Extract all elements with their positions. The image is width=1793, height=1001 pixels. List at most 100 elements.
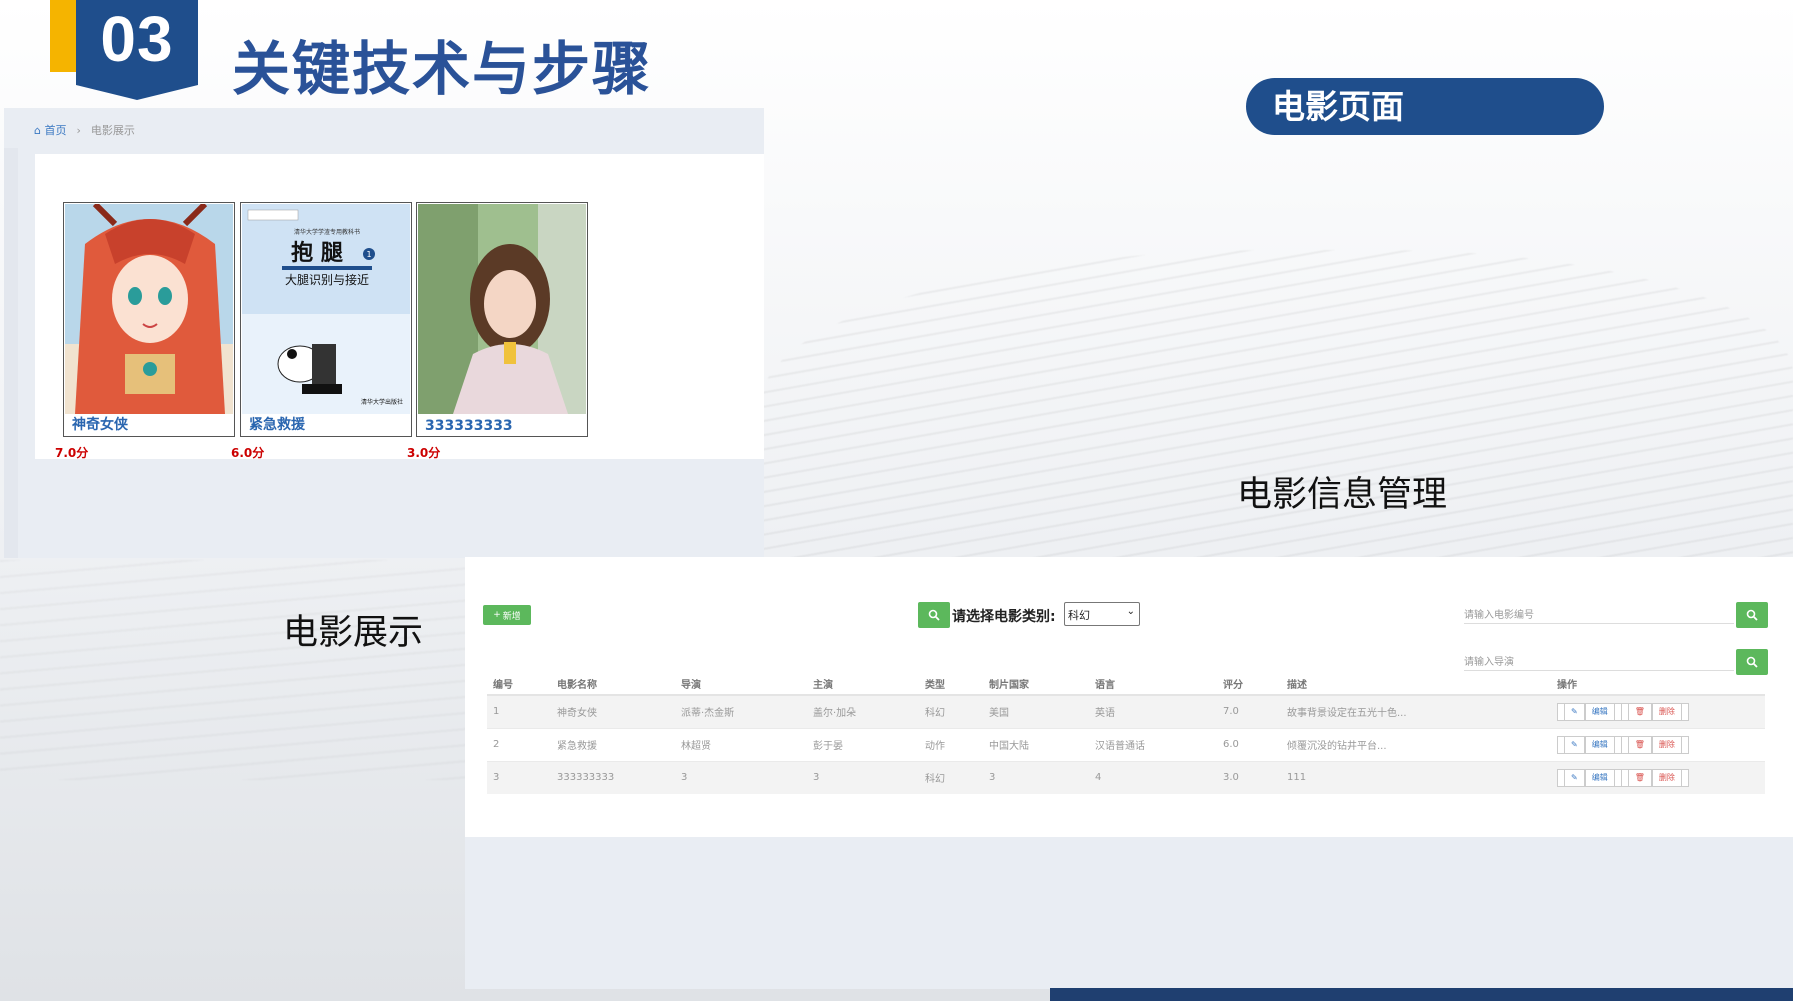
trash-icon: 🗑 xyxy=(1627,702,1652,721)
delete-button[interactable]: 🗑 删除 xyxy=(1621,768,1689,787)
cell-type: 科幻 xyxy=(925,774,945,786)
cell-star: 彭于晏 xyxy=(813,741,843,752)
table-row: 1 神奇女侠 派蒂·杰金斯 盖尔·加朵 科幻 美国 英语 7.0 故事背景设定在… xyxy=(487,695,1765,728)
cell-description: 倾覆沉没的钻井平台... xyxy=(1287,741,1387,752)
column-header: 类型 xyxy=(919,673,983,696)
svg-text:清华大学学渣专用教科书: 清华大学学渣专用教科书 xyxy=(294,228,360,236)
edit-icon: ✎ xyxy=(1564,735,1585,754)
cell-star: 盖尔·加朵 xyxy=(813,708,857,720)
breadcrumb-home[interactable]: ⌂ 首页 xyxy=(34,122,66,138)
svg-text:1: 1 xyxy=(366,250,371,259)
table-row: 2 紧急救援 林超贤 彭于晏 动作 中国大陆 汉语普通话 6.0 倾覆沉没的钻井… xyxy=(487,728,1765,761)
section-number-badge: 03 xyxy=(50,0,198,100)
cell-director: 林超贤 xyxy=(681,741,711,752)
edit-button[interactable]: ✎ 编辑 xyxy=(1557,702,1622,721)
breadcrumb: ⌂ 首页 › 电影展示 xyxy=(34,122,135,138)
sidebar-edge xyxy=(4,148,18,558)
slide-footer-bar xyxy=(1050,988,1793,1001)
section-title: 关键技术与步骤 xyxy=(232,35,653,103)
column-header: 评分 xyxy=(1217,673,1281,696)
column-header: 制片国家 xyxy=(983,673,1089,696)
director-search-input[interactable]: 请输入导演 xyxy=(1464,645,1734,671)
trash-icon: 🗑 xyxy=(1627,735,1652,754)
movie-score: 7.0分 xyxy=(55,446,89,460)
movie-score: 6.0分 xyxy=(231,446,265,460)
filter-search-button[interactable] xyxy=(918,602,950,628)
caption-display: 电影展示 xyxy=(283,613,424,653)
page-pill-label: 电影页面 xyxy=(1246,78,1604,135)
movie-poster[interactable]: 清华大学学渣专用教科书 抱 腿 1 大腿识别与接近 清华大学出版社 xyxy=(242,204,410,414)
movie-management-screenshot: + 新增 请选择电影类别: 科幻 ⌄ 请输入电影编号 请输入导演 编号 电影名称… xyxy=(465,557,1793,837)
movie-score: 3.0分 xyxy=(407,446,441,460)
movie-display-screenshot: ⌂ 首页 › 电影展示 神奇女侠 7.0分 清华大学学渣专用教科书 抱 腿 1 … xyxy=(4,108,764,558)
category-select[interactable]: 科幻 ⌄ xyxy=(1064,602,1140,626)
cell-score: 7.0 xyxy=(1223,706,1239,718)
id-search-button[interactable] xyxy=(1736,602,1768,628)
cell-type: 动作 xyxy=(925,741,945,752)
svg-text:抱 腿: 抱 腿 xyxy=(291,240,343,266)
breadcrumb-separator: › xyxy=(76,123,81,137)
movie-table: 编号 电影名称 导演 主演 类型 制片国家 语言 评分 描述 操作 1 神奇女侠… xyxy=(487,673,1765,794)
trash-icon: 🗑 xyxy=(1627,768,1652,787)
table-header-row: 编号 电影名称 导演 主演 类型 制片国家 语言 评分 描述 操作 xyxy=(487,673,1765,696)
cell-score: 3.0 xyxy=(1223,772,1239,784)
cell-country: 美国 xyxy=(989,708,1009,720)
search-icon xyxy=(1746,609,1758,621)
cell-actions: ✎ 编辑 🗑 删除 xyxy=(1551,728,1765,761)
movie-poster[interactable] xyxy=(65,204,233,414)
movie-name[interactable]: 333333333 xyxy=(425,418,513,434)
delete-button[interactable]: 🗑 删除 xyxy=(1621,702,1689,721)
column-header: 语言 xyxy=(1089,673,1217,696)
cell-description: 故事背景设定在五光十色... xyxy=(1287,708,1407,720)
column-header: 描述 xyxy=(1281,673,1551,696)
chevron-down-icon: ⌄ xyxy=(1126,606,1135,617)
cell-name: 神奇女侠 xyxy=(557,708,597,720)
plus-icon: + xyxy=(493,610,501,620)
movie-poster[interactable] xyxy=(418,204,586,414)
column-header: 编号 xyxy=(487,673,551,696)
column-header: 导演 xyxy=(675,673,807,696)
add-movie-button[interactable]: + 新增 xyxy=(483,605,531,625)
category-filter-label: 请选择电影类别: xyxy=(952,609,1056,625)
cell-language: 4 xyxy=(1095,772,1102,784)
cell-language: 英语 xyxy=(1095,708,1115,720)
delete-button[interactable]: 🗑 删除 xyxy=(1621,735,1689,754)
cell-actions: ✎ 编辑 🗑 删除 xyxy=(1551,695,1765,728)
cell-id: 2 xyxy=(493,739,500,750)
caption-management: 电影信息管理 xyxy=(1237,475,1448,515)
management-page-footer-area xyxy=(465,837,1793,989)
cell-director: 3 xyxy=(681,772,688,784)
movie-card[interactable]: 清华大学学渣专用教科书 抱 腿 1 大腿识别与接近 清华大学出版社 紧急救援 xyxy=(240,202,412,437)
breadcrumb-current: 电影展示 xyxy=(90,124,135,137)
cell-language: 汉语普通话 xyxy=(1095,741,1145,752)
movie-card[interactable]: 神奇女侠 xyxy=(63,202,235,437)
cell-score: 6.0 xyxy=(1223,739,1239,750)
edit-icon: ✎ xyxy=(1564,702,1585,721)
table-row: 3 333333333 3 3 科幻 3 4 3.0 111 ✎ 编辑 🗑 删除 xyxy=(487,761,1765,794)
cell-description: 111 xyxy=(1287,772,1307,784)
cell-actions: ✎ 编辑 🗑 删除 xyxy=(1551,761,1765,794)
cell-name: 333333333 xyxy=(557,772,615,784)
column-header: 操作 xyxy=(1551,673,1765,696)
edit-button[interactable]: ✎ 编辑 xyxy=(1557,735,1622,754)
column-header: 主演 xyxy=(807,673,919,696)
cell-type: 科幻 xyxy=(925,708,945,720)
cell-director: 派蒂·杰金斯 xyxy=(681,708,735,720)
movie-name[interactable]: 紧急救援 xyxy=(249,414,305,434)
cell-name: 紧急救援 xyxy=(557,741,597,752)
column-header: 电影名称 xyxy=(551,673,675,696)
search-icon xyxy=(1746,656,1758,668)
cell-star: 3 xyxy=(813,772,820,784)
search-icon xyxy=(928,609,940,621)
svg-text:清华大学出版社: 清华大学出版社 xyxy=(361,398,403,406)
movie-grid: 神奇女侠 7.0分 清华大学学渣专用教科书 抱 腿 1 大腿识别与接近 清华大学… xyxy=(35,154,764,460)
movie-id-search-input[interactable]: 请输入电影编号 xyxy=(1464,598,1734,624)
cell-country: 3 xyxy=(989,772,996,784)
cell-id: 1 xyxy=(493,706,500,718)
movie-name[interactable]: 神奇女侠 xyxy=(72,414,128,434)
director-search-button[interactable] xyxy=(1736,649,1768,675)
edit-icon: ✎ xyxy=(1564,768,1585,787)
movie-card[interactable]: 333333333 xyxy=(416,202,588,437)
cell-id: 3 xyxy=(493,772,500,784)
edit-button[interactable]: ✎ 编辑 xyxy=(1557,768,1622,787)
